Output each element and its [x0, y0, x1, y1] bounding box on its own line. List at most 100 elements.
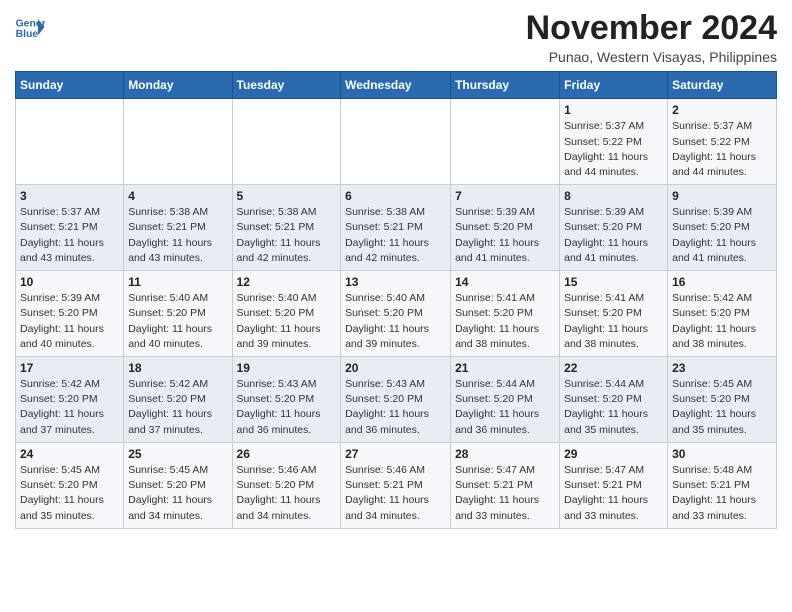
cell-info: Sunrise: 5:40 AM Sunset: 5:20 PM Dayligh… [237, 291, 337, 352]
cell-info: Sunrise: 5:48 AM Sunset: 5:21 PM Dayligh… [672, 463, 772, 524]
cell-date: 19 [237, 361, 337, 375]
cell-4-4: 28 Sunrise: 5:47 AM Sunset: 5:21 PM Dayli… [451, 442, 560, 528]
cell-date: 9 [672, 189, 772, 203]
cell-info: Sunrise: 5:37 AM Sunset: 5:22 PM Dayligh… [564, 119, 663, 180]
cell-1-2: 5Sunrise: 5:38 AM Sunset: 5:21 PM Daylig… [232, 185, 341, 271]
calendar-row-0: 1 Sunrise: 5:37 AM Sunset: 5:22 PM Daylig… [16, 99, 777, 185]
cell-1-5: 8Sunrise: 5:39 AM Sunset: 5:20 PM Daylig… [560, 185, 668, 271]
logo-icon: General Blue [15, 16, 45, 40]
calendar-row-1: 3Sunrise: 5:37 AM Sunset: 5:21 PM Daylig… [16, 185, 777, 271]
cell-info: Sunrise: 5:38 AM Sunset: 5:21 PM Dayligh… [237, 205, 337, 266]
cell-info: Sunrise: 5:40 AM Sunset: 5:20 PM Dayligh… [345, 291, 446, 352]
cell-3-2: 19 Sunrise: 5:43 AM Sunset: 5:20 PM Dayli… [232, 357, 341, 443]
cell-0-6: 2Sunrise: 5:37 AM Sunset: 5:22 PM Daylig… [668, 99, 777, 185]
cell-date: 18 [128, 361, 227, 375]
cell-4-6: 30 Sunrise: 5:48 AM Sunset: 5:21 PM Dayli… [668, 442, 777, 528]
cell-0-5: 1 Sunrise: 5:37 AM Sunset: 5:22 PM Daylig… [560, 99, 668, 185]
calendar-row-2: 10 Sunrise: 5:39 AM Sunset: 5:20 PM Dayli… [16, 271, 777, 357]
cell-2-0: 10 Sunrise: 5:39 AM Sunset: 5:20 PM Dayli… [16, 271, 124, 357]
cell-info: Sunrise: 5:44 AM Sunset: 5:20 PM Dayligh… [455, 377, 555, 438]
col-sunday: Sunday [16, 72, 124, 99]
cell-2-4: 14 Sunrise: 5:41 AM Sunset: 5:20 PM Dayli… [451, 271, 560, 357]
cell-2-3: 13 Sunrise: 5:40 AM Sunset: 5:20 PM Dayli… [341, 271, 451, 357]
cell-2-2: 12 Sunrise: 5:40 AM Sunset: 5:20 PM Dayli… [232, 271, 341, 357]
col-saturday: Saturday [668, 72, 777, 99]
cell-date: 10 [20, 275, 119, 289]
cell-info: Sunrise: 5:45 AM Sunset: 5:20 PM Dayligh… [128, 463, 227, 524]
calendar-row-3: 17 Sunrise: 5:42 AM Sunset: 5:20 PM Dayli… [16, 357, 777, 443]
cell-date: 6 [345, 189, 446, 203]
calendar-header: Sunday Monday Tuesday Wednesday Thursday… [16, 72, 777, 99]
page: General Blue November 2024 Punao, Wester… [0, 0, 792, 544]
cell-info: Sunrise: 5:44 AM Sunset: 5:20 PM Dayligh… [564, 377, 663, 438]
cell-1-3: 6 Sunrise: 5:38 AM Sunset: 5:21 PM Daylig… [341, 185, 451, 271]
cell-3-3: 20 Sunrise: 5:43 AM Sunset: 5:20 PM Dayli… [341, 357, 451, 443]
cell-date: 14 [455, 275, 555, 289]
cell-3-1: 18 Sunrise: 5:42 AM Sunset: 5:20 PM Dayli… [124, 357, 232, 443]
cell-1-1: 4 Sunrise: 5:38 AM Sunset: 5:21 PM Daylig… [124, 185, 232, 271]
cell-info: Sunrise: 5:45 AM Sunset: 5:20 PM Dayligh… [672, 377, 772, 438]
cell-info: Sunrise: 5:43 AM Sunset: 5:20 PM Dayligh… [345, 377, 446, 438]
cell-2-1: 11 Sunrise: 5:40 AM Sunset: 5:20 PM Dayli… [124, 271, 232, 357]
cell-info: Sunrise: 5:39 AM Sunset: 5:20 PM Dayligh… [564, 205, 663, 266]
cell-info: Sunrise: 5:39 AM Sunset: 5:20 PM Dayligh… [20, 291, 119, 352]
cell-date: 28 [455, 447, 555, 461]
cell-info: Sunrise: 5:46 AM Sunset: 5:21 PM Dayligh… [345, 463, 446, 524]
cell-date: 1 [564, 103, 663, 117]
cell-3-0: 17Sunrise: 5:42 AM Sunset: 5:20 PM Dayli… [16, 357, 124, 443]
title-area: November 2024 Punao, Western Visayas, Ph… [526, 10, 777, 65]
cell-info: Sunrise: 5:42 AM Sunset: 5:20 PM Dayligh… [128, 377, 227, 438]
cell-date: 16 [672, 275, 772, 289]
cell-info: Sunrise: 5:47 AM Sunset: 5:21 PM Dayligh… [455, 463, 555, 524]
cell-date: 21 [455, 361, 555, 375]
col-tuesday: Tuesday [232, 72, 341, 99]
cell-date: 25 [128, 447, 227, 461]
header-row: Sunday Monday Tuesday Wednesday Thursday… [16, 72, 777, 99]
cell-0-1 [124, 99, 232, 185]
cell-info: Sunrise: 5:47 AM Sunset: 5:21 PM Dayligh… [564, 463, 663, 524]
cell-info: Sunrise: 5:38 AM Sunset: 5:21 PM Dayligh… [128, 205, 227, 266]
cell-date: 30 [672, 447, 772, 461]
cell-1-4: 7Sunrise: 5:39 AM Sunset: 5:20 PM Daylig… [451, 185, 560, 271]
cell-info: Sunrise: 5:41 AM Sunset: 5:20 PM Dayligh… [564, 291, 663, 352]
cell-date: 11 [128, 275, 227, 289]
cell-3-5: 22 Sunrise: 5:44 AM Sunset: 5:20 PM Dayli… [560, 357, 668, 443]
cell-info: Sunrise: 5:38 AM Sunset: 5:21 PM Dayligh… [345, 205, 446, 266]
cell-info: Sunrise: 5:45 AM Sunset: 5:20 PM Dayligh… [20, 463, 119, 524]
cell-0-3 [341, 99, 451, 185]
cell-date: 24 [20, 447, 119, 461]
cell-info: Sunrise: 5:41 AM Sunset: 5:20 PM Dayligh… [455, 291, 555, 352]
cell-info: Sunrise: 5:40 AM Sunset: 5:20 PM Dayligh… [128, 291, 227, 352]
calendar-table: Sunday Monday Tuesday Wednesday Thursday… [15, 71, 777, 528]
cell-date: 26 [237, 447, 337, 461]
cell-info: Sunrise: 5:42 AM Sunset: 5:20 PM Dayligh… [672, 291, 772, 352]
cell-date: 4 [128, 189, 227, 203]
cell-date: 20 [345, 361, 446, 375]
cell-info: Sunrise: 5:43 AM Sunset: 5:20 PM Dayligh… [237, 377, 337, 438]
cell-date: 13 [345, 275, 446, 289]
cell-date: 17 [20, 361, 119, 375]
cell-date: 12 [237, 275, 337, 289]
cell-4-3: 27Sunrise: 5:46 AM Sunset: 5:21 PM Dayli… [341, 442, 451, 528]
calendar-body: 1 Sunrise: 5:37 AM Sunset: 5:22 PM Daylig… [16, 99, 777, 528]
cell-4-0: 24 Sunrise: 5:45 AM Sunset: 5:20 PM Dayli… [16, 442, 124, 528]
cell-0-0 [16, 99, 124, 185]
cell-info: Sunrise: 5:46 AM Sunset: 5:20 PM Dayligh… [237, 463, 337, 524]
col-thursday: Thursday [451, 72, 560, 99]
cell-4-1: 25 Sunrise: 5:45 AM Sunset: 5:20 PM Dayli… [124, 442, 232, 528]
svg-text:Blue: Blue [16, 29, 39, 40]
cell-date: 23 [672, 361, 772, 375]
logo-area: General Blue [15, 16, 45, 40]
cell-date: 22 [564, 361, 663, 375]
cell-2-5: 15 Sunrise: 5:41 AM Sunset: 5:20 PM Dayli… [560, 271, 668, 357]
cell-2-6: 16 Sunrise: 5:42 AM Sunset: 5:20 PM Dayli… [668, 271, 777, 357]
cell-date: 15 [564, 275, 663, 289]
col-wednesday: Wednesday [341, 72, 451, 99]
cell-1-6: 9Sunrise: 5:39 AM Sunset: 5:20 PM Daylig… [668, 185, 777, 271]
cell-date: 29 [564, 447, 663, 461]
cell-1-0: 3Sunrise: 5:37 AM Sunset: 5:21 PM Daylig… [16, 185, 124, 271]
col-monday: Monday [124, 72, 232, 99]
cell-info: Sunrise: 5:39 AM Sunset: 5:20 PM Dayligh… [455, 205, 555, 266]
cell-date: 2 [672, 103, 772, 117]
main-title: November 2024 [526, 10, 777, 47]
